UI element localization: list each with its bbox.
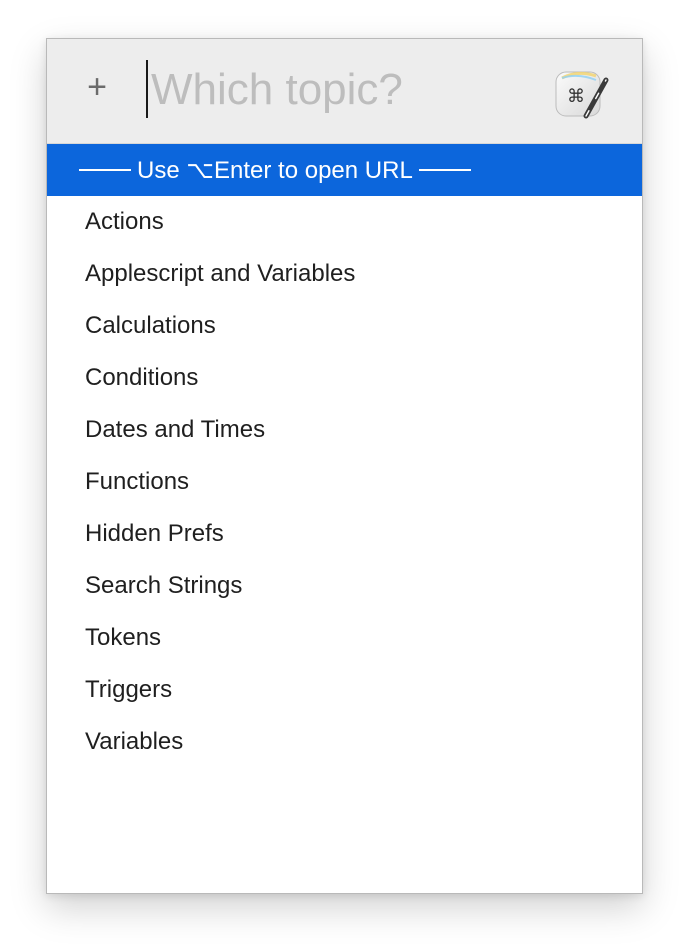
- list-item-search-strings[interactable]: Search Strings: [47, 560, 642, 612]
- add-button[interactable]: +: [79, 67, 115, 107]
- list-item-actions[interactable]: Actions: [47, 196, 642, 248]
- search-header: + ⌘: [47, 39, 642, 144]
- keyboard-maestro-icon[interactable]: ⌘: [552, 64, 612, 124]
- right-rule: [418, 169, 471, 171]
- search-input[interactable]: [151, 59, 531, 121]
- list-item-functions[interactable]: Functions: [47, 456, 642, 508]
- topic-picker-window: + ⌘ Use ⌥Enter to open URL Actions Apple…: [46, 38, 643, 894]
- svg-text:⌘: ⌘: [567, 86, 585, 107]
- text-caret: [146, 60, 148, 118]
- list-item-applescript-and-variables[interactable]: Applescript and Variables: [47, 248, 642, 300]
- list-item-variables[interactable]: Variables: [47, 716, 642, 768]
- highlighted-row[interactable]: Use ⌥Enter to open URL: [47, 144, 642, 196]
- list-item-triggers[interactable]: Triggers: [47, 664, 642, 716]
- list-item-hidden-prefs[interactable]: Hidden Prefs: [47, 508, 642, 560]
- list-item-dates-and-times[interactable]: Dates and Times: [47, 404, 642, 456]
- left-rule: [79, 169, 131, 171]
- list-item-tokens[interactable]: Tokens: [47, 612, 642, 664]
- list-item-calculations[interactable]: Calculations: [47, 300, 642, 352]
- list-item-conditions[interactable]: Conditions: [47, 352, 642, 404]
- topic-list: Actions Applescript and Variables Calcul…: [47, 196, 642, 768]
- highlight-label: Use ⌥Enter to open URL: [137, 156, 413, 184]
